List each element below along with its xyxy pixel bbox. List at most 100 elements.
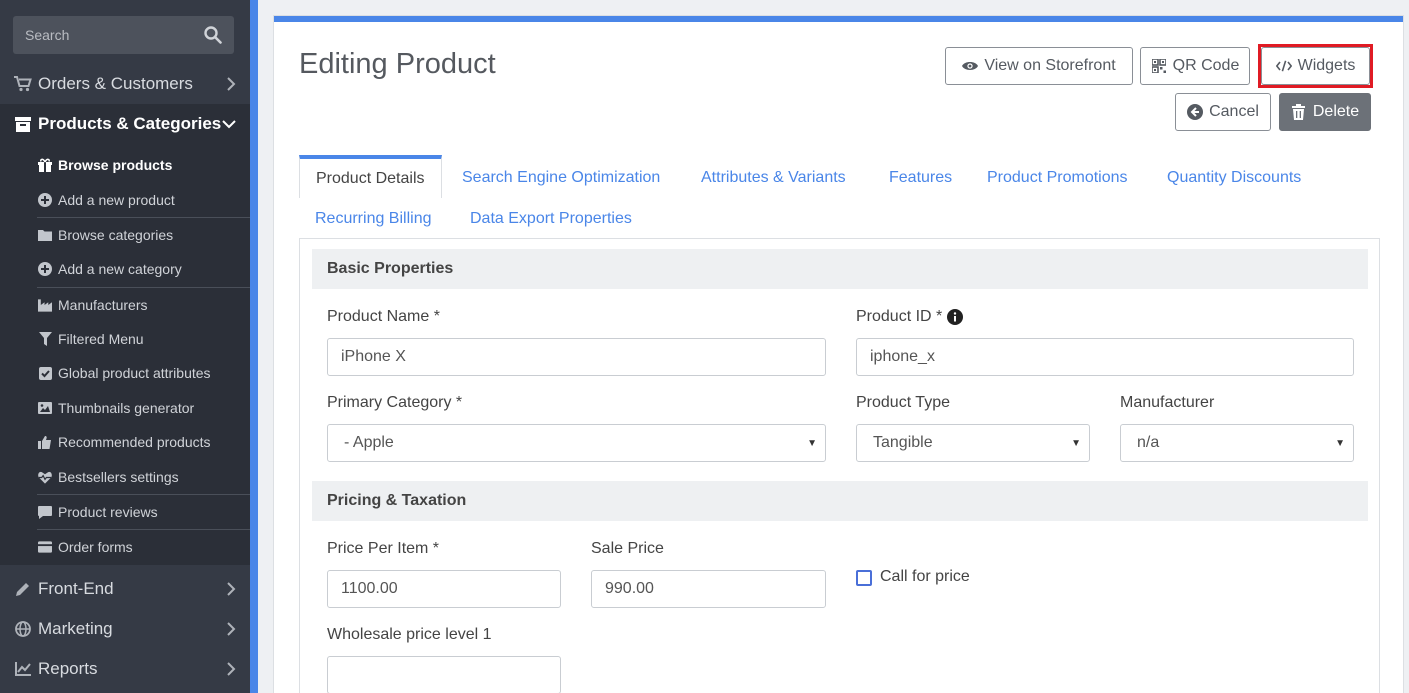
product-name-label: Product Name * xyxy=(327,308,440,325)
price-input[interactable]: 1100.00 xyxy=(327,570,561,608)
select-value: - Apple xyxy=(344,434,394,451)
tab-quantity-discounts[interactable]: Quantity Discounts xyxy=(1167,158,1301,198)
sidebar-item-browse-categories[interactable]: Browse categories xyxy=(0,218,250,252)
sidebar-item-recommended[interactable]: Recommended products xyxy=(0,425,250,459)
nav-orders-customers[interactable]: Orders & Customers xyxy=(0,64,250,104)
products-submenu: Browse products Add a new product Browse… xyxy=(0,144,250,565)
wholesale-label: Wholesale price level 1 xyxy=(327,626,492,643)
trash-icon xyxy=(1291,104,1307,120)
product-id-label: Product ID * xyxy=(856,308,943,325)
sidebar-item-global-attributes[interactable]: Global product attributes xyxy=(0,356,250,390)
credit-card-icon xyxy=(38,540,52,554)
product-id-input[interactable]: iphone_x xyxy=(856,338,1354,376)
tab-data-export[interactable]: Data Export Properties xyxy=(470,199,632,239)
view-storefront-button[interactable]: View on Storefront xyxy=(945,47,1133,85)
nav-products-categories[interactable]: Products & Categories xyxy=(0,104,250,144)
product-details-form: Basic Properties Product Name * iPhone X… xyxy=(299,238,1380,693)
arrow-circle-left-icon xyxy=(1187,104,1204,120)
tab-product-promotions[interactable]: Product Promotions xyxy=(987,158,1128,198)
sidebar-item-label: Add a new product xyxy=(58,192,175,208)
tab-features[interactable]: Features xyxy=(889,158,952,198)
qr-code-button[interactable]: QR Code xyxy=(1140,47,1250,85)
sidebar-item-add-category[interactable]: Add a new category xyxy=(0,252,250,286)
check-square-icon xyxy=(38,366,52,380)
nav-label: Marketing xyxy=(38,619,113,638)
call-for-price-checkbox[interactable] xyxy=(856,570,872,586)
sidebar-item-manufacturers[interactable]: Manufacturers xyxy=(0,288,250,322)
sidebar-item-label: Browse products xyxy=(58,157,173,173)
nav-reports[interactable]: Reports xyxy=(0,649,250,689)
code-icon xyxy=(1275,58,1292,74)
pencil-icon xyxy=(14,580,32,598)
button-label: Widgets xyxy=(1297,57,1356,74)
caret-down-icon: ▼ xyxy=(1335,438,1345,449)
chevron-down-icon xyxy=(222,120,236,129)
page-title: Editing Product xyxy=(299,48,496,80)
sidebar-item-order-forms[interactable]: Order forms xyxy=(0,530,250,564)
call-for-price-label: Call for price xyxy=(880,568,970,585)
image-icon xyxy=(38,401,52,415)
sidebar-item-browse-products[interactable]: Browse products xyxy=(0,148,250,182)
sale-price-input[interactable]: 990.00 xyxy=(591,570,826,608)
button-label: Delete xyxy=(1312,103,1360,120)
product-type-label: Product Type xyxy=(856,394,950,411)
panel-accent-bar xyxy=(274,16,1403,22)
plus-circle-icon xyxy=(38,262,52,276)
sidebar-item-label: Order forms xyxy=(58,539,133,555)
main-panel: Editing Product View on Storefront QR Co… xyxy=(273,15,1404,693)
caret-down-icon: ▼ xyxy=(1071,438,1081,449)
sidebar-item-add-product[interactable]: Add a new product xyxy=(0,183,250,217)
nav-label: Products & Categories xyxy=(38,114,222,133)
cart-icon xyxy=(14,75,32,93)
qr-code-icon xyxy=(1151,58,1167,74)
chevron-right-icon xyxy=(227,77,236,91)
sidebar-item-label: Browse categories xyxy=(58,227,174,243)
button-label: Cancel xyxy=(1209,103,1259,120)
wholesale-input[interactable] xyxy=(327,656,561,693)
product-type-select[interactable]: Tangible ▼ xyxy=(856,424,1090,462)
button-label: View on Storefront xyxy=(984,57,1116,74)
sidebar-item-label: Filtered Menu xyxy=(58,331,144,347)
cancel-button[interactable]: Cancel xyxy=(1175,93,1271,131)
sidebar-item-product-reviews[interactable]: Product reviews xyxy=(0,495,250,529)
heartbeat-icon xyxy=(38,470,52,484)
sidebar-item-filtered-menu[interactable]: Filtered Menu xyxy=(0,322,250,356)
tab-seo[interactable]: Search Engine Optimization xyxy=(462,158,660,198)
nav-front-end[interactable]: Front-End xyxy=(0,569,250,609)
sidebar-item-thumbnails[interactable]: Thumbnails generator xyxy=(0,391,250,425)
sidebar-item-label: Recommended products xyxy=(58,434,211,450)
section-pricing-taxation: Pricing & Taxation xyxy=(312,481,1368,521)
sidebar-item-label: Thumbnails generator xyxy=(58,400,195,416)
caret-down-icon: ▼ xyxy=(807,438,817,449)
globe-icon xyxy=(14,620,32,638)
sidebar-item-label: Product reviews xyxy=(58,504,158,520)
tab-recurring-billing[interactable]: Recurring Billing xyxy=(315,199,432,239)
product-id-label-row: Product ID * xyxy=(856,308,964,326)
archive-icon xyxy=(14,115,32,133)
chevron-right-icon xyxy=(227,662,236,676)
info-icon[interactable] xyxy=(947,309,964,325)
sidebar-item-bestsellers[interactable]: Bestsellers settings xyxy=(0,460,250,494)
sidebar-item-label: Add a new category xyxy=(58,261,182,277)
nav-marketing[interactable]: Marketing xyxy=(0,609,250,649)
price-label: Price Per Item * xyxy=(327,540,440,557)
search-icon[interactable] xyxy=(204,26,222,44)
chevron-right-icon xyxy=(227,622,236,636)
sidebar-search xyxy=(13,16,234,54)
button-label: QR Code xyxy=(1172,57,1240,74)
tab-attributes-variants[interactable]: Attributes & Variants xyxy=(701,158,846,198)
product-name-input[interactable]: iPhone X xyxy=(327,338,826,376)
tab-product-details[interactable]: Product Details xyxy=(299,155,442,198)
delete-button[interactable]: Delete xyxy=(1279,93,1371,131)
filter-icon xyxy=(38,332,52,346)
widgets-button[interactable]: Widgets xyxy=(1261,47,1370,85)
select-value: Tangible xyxy=(873,434,933,451)
search-input[interactable] xyxy=(13,16,193,54)
select-value: n/a xyxy=(1137,434,1160,451)
manufacturer-select[interactable]: n/a ▼ xyxy=(1120,424,1354,462)
sidebar-scrollbar[interactable] xyxy=(250,0,258,693)
nav-label: Reports xyxy=(38,659,98,678)
primary-category-select[interactable]: - Apple ▼ xyxy=(327,424,826,462)
industry-icon xyxy=(38,298,52,312)
comment-icon xyxy=(38,505,52,519)
